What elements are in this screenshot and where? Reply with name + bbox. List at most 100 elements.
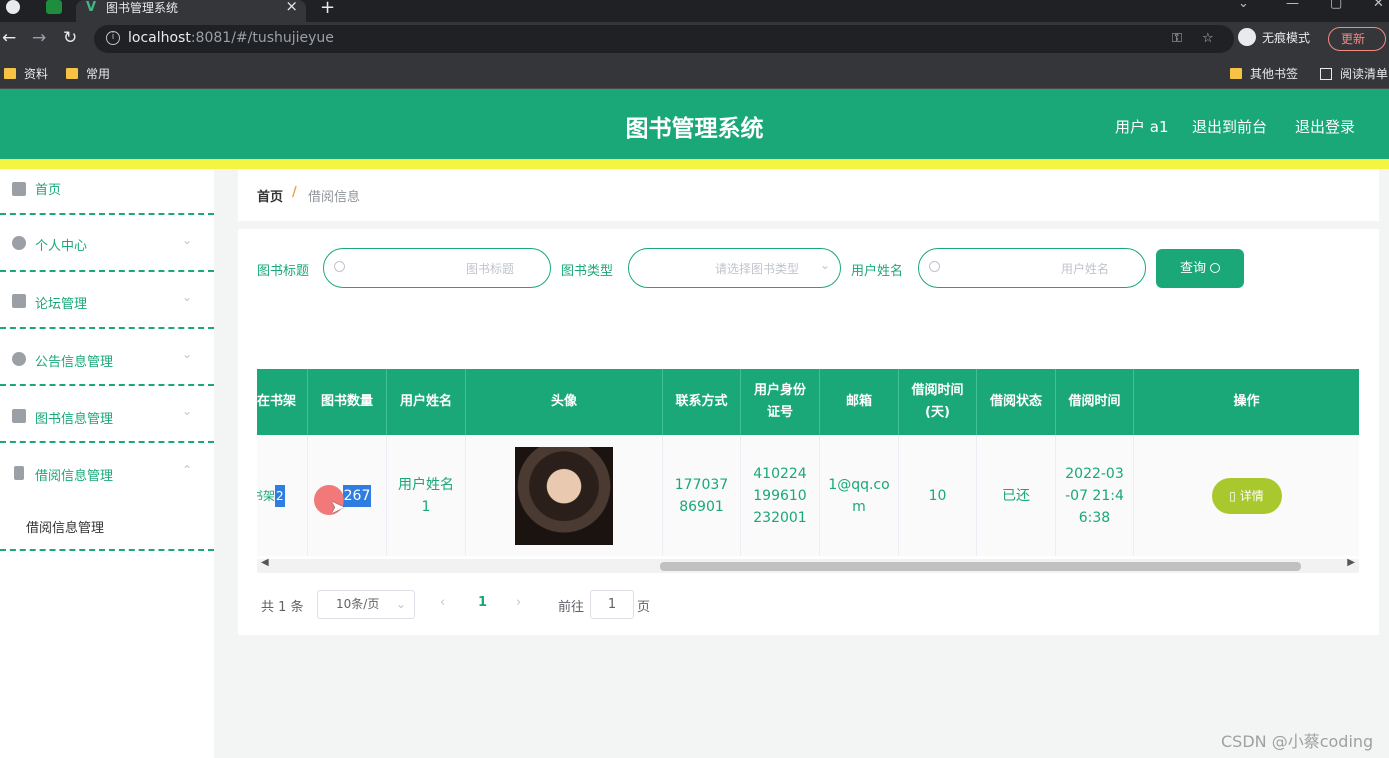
th-status: 借阅状态 — [977, 369, 1056, 435]
user-icon — [12, 236, 26, 250]
incognito-indicator[interactable]: 无痕模式 — [1238, 28, 1310, 46]
page-size-select[interactable]: 10条/页 ⌄ — [317, 590, 415, 619]
vue-logo-icon: V — [86, 0, 97, 15]
type-filter-label: 图书类型 — [561, 264, 614, 279]
next-page-icon[interactable]: › — [516, 595, 521, 610]
incognito-icon — [1238, 28, 1256, 46]
td-avatar — [466, 435, 663, 556]
user-search-input[interactable]: 用户姓名 — [918, 248, 1146, 288]
bookmark-folder-1[interactable]: 常用 — [66, 65, 110, 82]
sidebar-item-label: 公告信息管理 — [35, 355, 114, 370]
new-tab-button[interactable]: + — [320, 0, 335, 18]
document-icon: ▯ — [1229, 488, 1240, 503]
reading-list-icon — [1320, 68, 1332, 80]
watermark: CSDN @小蔡coding — [1221, 732, 1374, 751]
prev-page-icon[interactable]: ‹ — [440, 595, 445, 610]
front-page-link[interactable]: 退出到前台 — [1192, 116, 1267, 137]
app-header: 图书管理系统 用户 a1 退出到前台 退出登录 — [0, 89, 1389, 159]
update-button[interactable]: 更新 — [1328, 27, 1386, 51]
pagination-total: 共 1 条 — [261, 600, 304, 615]
query-button[interactable]: 查询 — [1156, 249, 1244, 288]
type-placeholder: 请选择图书类型 — [715, 262, 800, 276]
type-select[interactable]: 请选择图书类型 ⌄ — [628, 248, 841, 288]
page-suffix: 页 — [637, 600, 651, 615]
sidebar-item-borrow[interactable]: 借阅信息管理 ⌃ — [0, 443, 214, 500]
bookmark-star-icon[interactable]: ☆ — [1202, 31, 1214, 46]
td-borrow-time: 2022-03-07 21:46:38 — [1056, 435, 1134, 556]
scrollbar-thumb[interactable] — [660, 562, 1301, 571]
breadcrumb-separator: / — [292, 185, 297, 200]
th-quantity: 图书数量 — [308, 369, 387, 435]
main-panel: 图书标题 图书标题 图书类型 请选择图书类型 ⌄ 用户姓名 用户姓名 查询 在书… — [238, 229, 1379, 635]
title-filter-label: 图书标题 — [257, 264, 310, 279]
restore-icon[interactable]: ▢ — [1330, 0, 1342, 11]
sidebar-item-label: 论坛管理 — [35, 297, 88, 312]
header-strip — [0, 159, 1389, 169]
th-phone: 联系方式 — [663, 369, 741, 435]
sidebar-subitem-borrow[interactable]: 借阅信息管理 — [26, 517, 104, 536]
th-actions: 操作 — [1233, 394, 1260, 409]
tab-active[interactable]: V 图书管理系统 × — [76, 0, 306, 22]
sidebar-item-books[interactable]: 图书信息管理 ⌄ — [0, 386, 214, 443]
sidebar-item-label: 图书信息管理 — [35, 412, 114, 427]
user-placeholder: 用户姓名 — [1061, 262, 1110, 276]
divider — [0, 549, 214, 551]
browser-tab-bar: V 图书管理系统 × + ⌄ — ▢ ✕ — [0, 0, 1389, 22]
chevron-down-icon: ⌄ — [182, 233, 193, 247]
bookmark-other[interactable]: 其他书签 — [1230, 65, 1298, 82]
detail-button[interactable]: ▯ 详情 — [1211, 477, 1282, 514]
reload-icon[interactable]: ↻ — [63, 28, 77, 48]
sidebar-item-label: 首页 — [35, 183, 62, 198]
search-icon — [1210, 263, 1220, 273]
breadcrumb-home[interactable]: 首页 — [257, 186, 283, 205]
table-header: 在书架 图书数量 用户姓名 头像 联系方式 用户身份证号 邮箱 借阅时间(天) … — [257, 369, 1359, 435]
tab-close-icon[interactable]: × — [285, 0, 298, 14]
forward-icon[interactable]: → — [32, 28, 46, 48]
tab-title: 图书管理系统 — [106, 1, 179, 15]
th-user-name: 用户姓名 — [387, 369, 466, 435]
scroll-right-icon[interactable]: ▶ — [1347, 557, 1355, 568]
search-icon — [929, 261, 940, 272]
minimize-icon[interactable]: — — [1286, 0, 1299, 11]
logout-link[interactable]: 退出登录 — [1295, 116, 1355, 137]
folder-icon — [66, 68, 78, 79]
title-search-input[interactable]: 图书标题 — [323, 248, 551, 288]
sidebar-item-profile[interactable]: 个人中心 ⌄ — [0, 215, 214, 272]
user-link[interactable]: 用户 a1 — [1115, 116, 1169, 137]
td-phone: 17703786901 — [663, 435, 741, 556]
bookmark-folder-0[interactable]: 资料 — [4, 65, 48, 82]
search-icon — [334, 261, 345, 272]
back-icon[interactable]: ← — [2, 28, 16, 48]
sidebar-item-forum[interactable]: 论坛管理 ⌄ — [0, 272, 214, 329]
site-info-icon[interactable]: i — [106, 31, 120, 45]
sidebar-item-notice[interactable]: 公告信息管理 ⌄ — [0, 329, 214, 386]
address-bar[interactable]: i localhost:8081/#/tushujieyue ⚿ ☆ — [94, 25, 1234, 53]
reading-list[interactable]: 阅读清单 — [1320, 65, 1388, 82]
sidebar-item-home[interactable]: 首页 — [0, 169, 214, 215]
home-icon — [12, 182, 26, 196]
bookmarks-bar: 资料 常用 其他书签 阅读清单 — [0, 56, 1389, 89]
td-actions: ▯ 详情 — [1134, 435, 1359, 556]
chevron-down-icon: ⌄ — [182, 347, 193, 361]
mouse-cursor-icon: ➤ — [330, 497, 346, 518]
folder-icon — [4, 68, 16, 79]
window-close-icon[interactable]: ✕ — [1373, 0, 1384, 11]
sidebar-item-label: 个人中心 — [35, 239, 88, 254]
th-borrow-time: 借阅时间 — [1056, 369, 1134, 435]
td-id-card: 410224199610232001 — [741, 435, 820, 556]
goto-page-input[interactable]: 1 — [590, 590, 634, 619]
tab-search-icon[interactable]: ⌄ — [1238, 0, 1249, 11]
chevron-down-icon: ⌄ — [395, 597, 406, 611]
horizontal-scrollbar[interactable]: ◀ ▶ — [257, 557, 1359, 573]
page-number[interactable]: 1 — [478, 595, 487, 610]
sidebar: 首页 个人中心 ⌄ 论坛管理 ⌄ 公告信息管理 ⌄ 图书信息管理 ⌄ 借阅信息管… — [0, 169, 214, 758]
key-icon[interactable]: ⚿ — [1172, 31, 1182, 46]
quantity-value: 267 — [342, 484, 372, 507]
user-filter-label: 用户姓名 — [851, 264, 904, 279]
goto-label: 前往 — [558, 600, 585, 615]
sheets-tab-icon[interactable] — [46, 0, 62, 14]
chevron-down-icon: ⌄ — [182, 290, 193, 304]
th-avatar: 头像 — [466, 369, 663, 435]
scroll-left-icon[interactable]: ◀ — [261, 557, 269, 568]
forum-icon — [12, 294, 26, 308]
